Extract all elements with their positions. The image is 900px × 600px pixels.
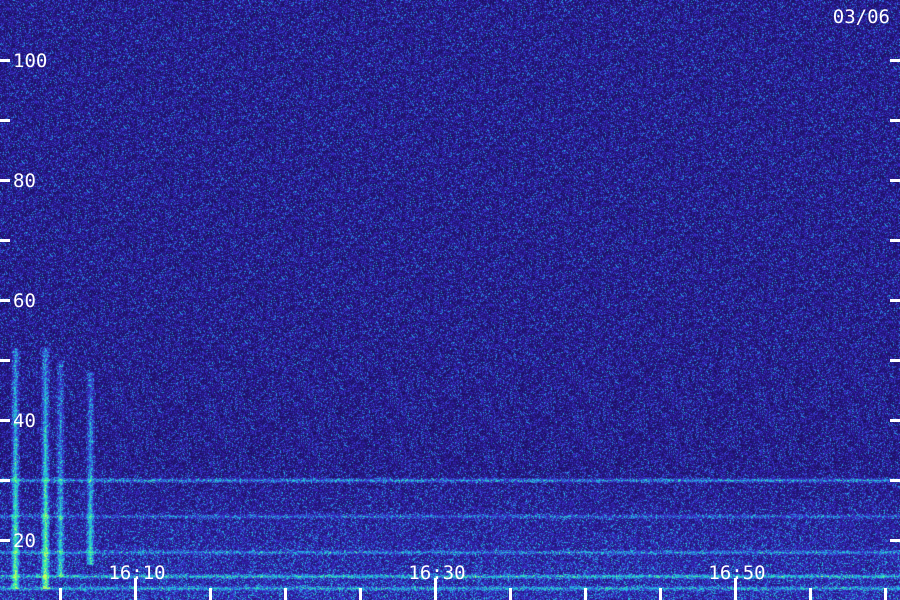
- x-minor-tick: [209, 588, 212, 600]
- y-tick-right: [890, 239, 900, 242]
- x-tick-label: 16:50: [708, 562, 765, 584]
- x-tick-label: 16:10: [108, 562, 165, 584]
- y-axis-right: [890, 59, 900, 542]
- y-tick-left: [0, 359, 10, 362]
- x-minor-tick: [659, 588, 662, 600]
- y-tick-left: [0, 539, 10, 542]
- y-tick-right: [890, 479, 900, 482]
- y-tick-right: [890, 539, 900, 542]
- y-axis-left: 20 40 60 80 100: [0, 50, 47, 552]
- x-minor-tick: [884, 588, 887, 600]
- date-label: 03/06: [833, 6, 890, 28]
- y-tick-right: [890, 419, 900, 422]
- spectrogram: 20 40 60 80 100 16:10 16:30 16:50 03/06: [0, 0, 900, 600]
- axes-overlay: 20 40 60 80 100 16:10 16:30 16:50 03/06: [0, 6, 900, 600]
- y-tick-label: 40: [13, 410, 36, 432]
- x-minor-tick: [59, 588, 62, 600]
- y-tick-left: [0, 179, 10, 182]
- x-tick-label: 16:30: [408, 562, 465, 584]
- y-tick-right: [890, 59, 900, 62]
- y-tick-label: 100: [13, 50, 47, 72]
- y-tick-label: 60: [13, 290, 36, 312]
- y-tick-right: [890, 119, 900, 122]
- y-tick-left: [0, 479, 10, 482]
- y-tick-left: [0, 299, 10, 302]
- y-tick-right: [890, 179, 900, 182]
- y-tick-right: [890, 299, 900, 302]
- y-tick-label: 80: [13, 170, 36, 192]
- x-minor-tick: [509, 588, 512, 600]
- x-axis: 16:10 16:30 16:50: [59, 562, 887, 600]
- y-tick-left: [0, 59, 10, 62]
- x-minor-tick: [359, 588, 362, 600]
- x-minor-tick: [584, 588, 587, 600]
- x-minor-tick: [809, 588, 812, 600]
- x-minor-tick: [284, 588, 287, 600]
- y-tick-left: [0, 119, 10, 122]
- y-tick-label: 20: [13, 530, 36, 552]
- y-tick-right: [890, 359, 900, 362]
- y-tick-left: [0, 239, 10, 242]
- y-tick-left: [0, 419, 10, 422]
